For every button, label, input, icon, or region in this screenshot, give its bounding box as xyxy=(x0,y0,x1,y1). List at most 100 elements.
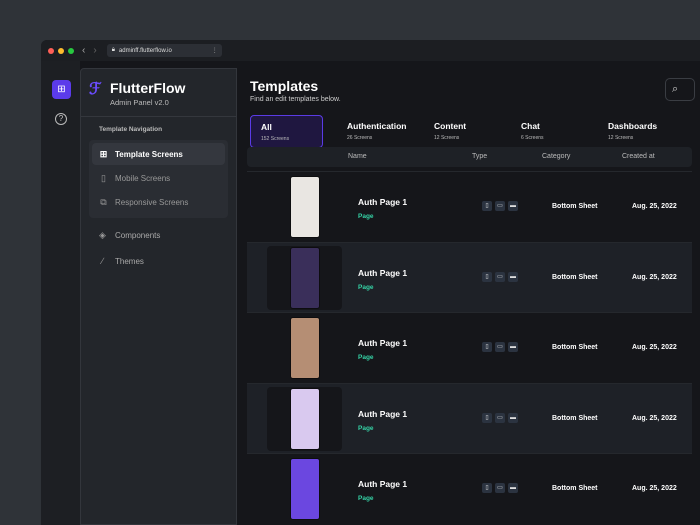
tab-count: 26 Screens xyxy=(347,135,400,141)
created-date: Aug. 25, 2022 xyxy=(632,274,677,281)
tab-label: All xyxy=(261,122,312,132)
lock-icon: 🔒︎ xyxy=(112,47,115,54)
nav-mobile-screens[interactable]: ▯ Mobile Screens xyxy=(92,167,225,189)
nav-label: Template Screens xyxy=(115,150,183,159)
created-date: Aug. 25, 2022 xyxy=(632,485,677,492)
url-text: adminff.flutterflow.io xyxy=(119,48,172,54)
tab-count: 12 Screens xyxy=(434,135,487,141)
template-name[interactable]: Auth Page 1 xyxy=(358,197,407,207)
col-created[interactable]: Created at xyxy=(622,153,655,160)
desktop-icon: ▬ xyxy=(508,272,518,282)
table-header: Name Type Category Created at xyxy=(247,147,692,167)
template-kind-badge: Page xyxy=(358,495,374,502)
template-icon: ⊞ xyxy=(98,149,109,160)
template-category: Bottom Sheet xyxy=(552,344,598,351)
desktop-icon: ▬ xyxy=(508,342,518,352)
tablet-icon: ▭ xyxy=(495,342,505,352)
template-thumbnail[interactable] xyxy=(290,458,320,520)
address-bar[interactable]: 🔒︎ adminff.flutterflow.io ⋮ xyxy=(107,44,222,57)
template-category: Bottom Sheet xyxy=(552,485,598,492)
device-types: ▯▭▬ xyxy=(482,272,518,282)
page-title: Templates xyxy=(250,78,318,94)
template-thumbnail[interactable] xyxy=(290,388,320,450)
table-row[interactable]: Auth Page 1 Page ▯▭▬ Bottom Sheet Aug. 2… xyxy=(247,383,692,453)
responsive-icon: ⧉ xyxy=(98,197,109,208)
nav-template-screens[interactable]: ⊞ Template Screens xyxy=(92,143,225,165)
back-icon[interactable]: ‹ xyxy=(82,45,85,56)
nav-label: Responsive Screens xyxy=(115,198,188,207)
search-button[interactable]: ⌕ xyxy=(665,78,695,101)
maximize-dot[interactable] xyxy=(68,48,74,54)
tab-all[interactable]: All 152 Screens xyxy=(250,115,323,148)
template-name[interactable]: Auth Page 1 xyxy=(358,409,407,419)
table-row[interactable]: Auth Page 1 Page ▯▭▬ Bottom Sheet Aug. 2… xyxy=(247,242,692,312)
phone-icon: ▯ xyxy=(482,201,492,211)
col-type[interactable]: Type xyxy=(472,153,487,160)
table-row[interactable]: Auth Page 1 Page ▯▭▬ Bottom Sheet Aug. 2… xyxy=(247,312,692,382)
device-types: ▯▭▬ xyxy=(482,413,518,423)
brush-icon: ∕ xyxy=(97,256,108,266)
brand-subtitle: Admin Panel v2.0 xyxy=(110,98,169,107)
template-kind-badge: Page xyxy=(358,354,374,361)
page-subtitle: Find an edit templates below. xyxy=(250,96,341,103)
phone-icon: ▯ xyxy=(482,272,492,282)
tab-chat[interactable]: Chat6 Screens xyxy=(511,115,584,148)
template-category: Bottom Sheet xyxy=(552,415,598,422)
template-thumbnail[interactable] xyxy=(290,176,320,238)
phone-icon: ▯ xyxy=(482,342,492,352)
tablet-icon: ▭ xyxy=(495,413,505,423)
tab-label: Content xyxy=(434,121,487,131)
tab-count: 152 Screens xyxy=(261,136,312,142)
template-thumbnail[interactable] xyxy=(290,317,320,379)
nav-label: Themes xyxy=(115,257,144,266)
phone-icon: ▯ xyxy=(98,173,109,184)
browser-window: ‹ › 🔒︎adminff.flutterflow.io⋮ ⊞ ? ℱ Flut… xyxy=(41,40,700,525)
nav-responsive-screens[interactable]: ⧉ Responsive Screens xyxy=(92,191,225,213)
tab-count: 12 Screens xyxy=(608,135,661,141)
device-types: ▯▭▬ xyxy=(482,201,518,211)
desktop-icon: ▬ xyxy=(508,483,518,493)
table-row[interactable]: Auth Page 1 Page ▯▭▬ Bottom Sheet Aug. 2… xyxy=(247,171,692,241)
templates-app-icon[interactable]: ⊞ xyxy=(52,80,71,99)
browser-toolbar: ‹ › 🔒︎ adminff.flutterflow.io ⋮ xyxy=(41,40,700,61)
desktop-icon: ▬ xyxy=(508,413,518,423)
close-dot[interactable] xyxy=(48,48,54,54)
main-content: Templates Find an edit templates below. … xyxy=(237,61,700,525)
template-name[interactable]: Auth Page 1 xyxy=(358,268,407,278)
template-thumbnail[interactable] xyxy=(290,247,320,309)
phone-icon: ▯ xyxy=(482,483,492,493)
category-tabs: All 152 Screens Authentication26 Screens Co… xyxy=(250,115,685,148)
col-category[interactable]: Category xyxy=(542,153,570,160)
desktop-icon: ▬ xyxy=(508,201,518,211)
template-name[interactable]: Auth Page 1 xyxy=(358,479,407,489)
nav-heading: Template Navigation xyxy=(99,126,236,133)
tab-count: 6 Screens xyxy=(521,135,574,141)
template-name[interactable]: Auth Page 1 xyxy=(358,338,407,348)
tab-dashboards[interactable]: Dashboards 12 Screens xyxy=(598,115,671,148)
template-kind-badge: Page xyxy=(358,284,374,291)
tab-authentication[interactable]: Authentication26 Screens xyxy=(337,115,410,148)
tab-label: Dashboards xyxy=(608,121,661,131)
search-icon: ⌕ xyxy=(672,83,678,95)
more-icon[interactable]: ⋮ xyxy=(212,47,218,54)
col-name[interactable]: Name xyxy=(348,153,367,160)
nav-components[interactable]: ◈Components xyxy=(81,222,236,248)
device-types: ▯▭▬ xyxy=(482,342,518,352)
tab-content[interactable]: Content 12 Screens xyxy=(424,115,497,148)
minimize-dot[interactable] xyxy=(58,48,64,54)
template-category: Bottom Sheet xyxy=(552,203,598,210)
help-icon[interactable]: ? xyxy=(55,113,67,125)
table-row[interactable]: Auth Page 1 Page ▯▭▬ Bottom Sheet Aug. 2… xyxy=(247,453,692,523)
forward-icon[interactable]: › xyxy=(93,45,96,56)
tablet-icon: ▭ xyxy=(495,272,505,282)
template-kind-badge: Page xyxy=(358,425,374,432)
created-date: Aug. 25, 2022 xyxy=(632,415,677,422)
nav-themes[interactable]: ∕ Themes xyxy=(81,248,236,274)
nav-label: Mobile Screens xyxy=(115,174,170,183)
template-category: Bottom Sheet xyxy=(552,274,598,281)
tablet-icon: ▭ xyxy=(495,483,505,493)
tablet-icon: ▭ xyxy=(495,201,505,211)
diamond-icon: ◈ xyxy=(97,230,108,241)
device-types: ▯▭▬ xyxy=(482,483,518,493)
flutterflow-logo-icon: ℱ xyxy=(89,79,107,97)
